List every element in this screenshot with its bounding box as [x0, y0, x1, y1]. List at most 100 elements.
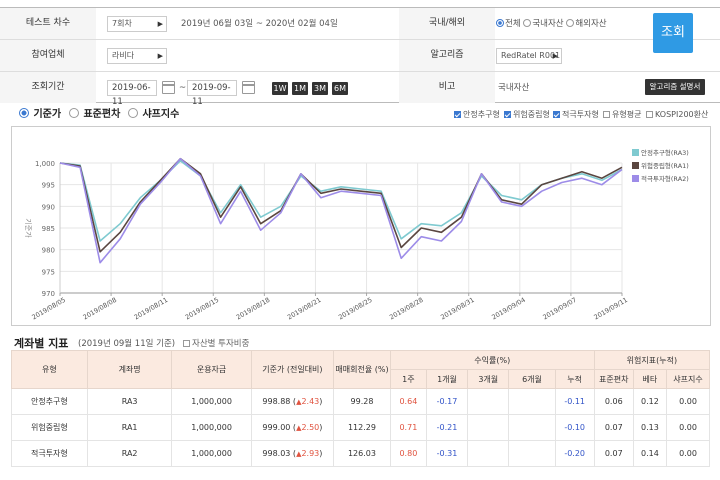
calendar-icon[interactable] — [242, 81, 255, 94]
cell-3m — [467, 388, 510, 415]
legend-label: 안정추구형(RA3) — [641, 148, 689, 157]
filter-neutral[interactable]: 위험중립형 — [504, 110, 550, 120]
period-1m-button[interactable]: 1M — [292, 82, 308, 95]
calendar-icon[interactable] — [162, 81, 175, 94]
header-std: 표준편차 — [593, 369, 634, 389]
legend-swatch — [632, 162, 639, 169]
filter-aggressive[interactable]: 적극투자형 — [553, 110, 599, 120]
cell-sharpe: 0.00 — [666, 414, 710, 441]
cell-6m — [508, 440, 556, 467]
form-row-period: 조회기간 2019-06-11 ~ 2019-09-11 1W 1M 3M 6M… — [0, 72, 720, 107]
y-tick-label: 985 — [42, 225, 55, 233]
x-tick-label: 2019/08/25 — [337, 296, 373, 322]
x-tick-label: 2019/08/18 — [235, 296, 271, 322]
cell-turnover: 126.03 — [333, 440, 391, 467]
cell-account: RA2 — [86, 440, 173, 467]
x-tick-label: 2019/08/11 — [133, 296, 169, 322]
x-tick-label: 2019/09/11 — [593, 296, 629, 322]
cell-1m: -0.21 — [425, 414, 469, 441]
period-1w-button[interactable]: 1W — [272, 82, 288, 95]
cell-3m — [467, 440, 510, 467]
cell-std: 0.07 — [593, 414, 634, 441]
header-type: 유형 — [11, 350, 88, 389]
start-date-input[interactable]: 2019-06-11 — [107, 80, 157, 107]
cell-6m — [508, 414, 556, 441]
algo-manual-button[interactable]: 알고리즘 설명서 — [645, 79, 705, 95]
cell-type: 적극투자형 — [11, 440, 88, 467]
test-round-range: 2019년 06월 03일 ~ 2020년 02월 04일 — [181, 19, 338, 29]
radio-icon — [128, 108, 138, 118]
cell-std: 0.06 — [593, 388, 634, 415]
x-tick-label: 2019/08/05 — [31, 296, 67, 322]
cell-cum: -0.11 — [554, 388, 595, 415]
checkbox-icon — [646, 111, 653, 118]
y-tick-label: 980 — [42, 247, 55, 255]
y-tick-label: 995 — [42, 182, 55, 190]
table-subtitle: (2019년 09월 11일 기준) — [78, 339, 176, 349]
header-turnover: 매매회전율 (%) — [333, 350, 391, 389]
cell-account: RA3 — [86, 388, 173, 415]
cell-beta: 0.14 — [632, 440, 668, 467]
note-value: 국내자산 — [498, 83, 530, 93]
tab-nav[interactable]: 기준가 — [19, 108, 61, 122]
header-1w: 1주 — [389, 369, 427, 389]
filter-stable[interactable]: 안정추구형 — [454, 110, 500, 120]
filter-average[interactable]: 유형평균 — [603, 110, 641, 120]
algo-label: 알고리즘 — [399, 40, 495, 71]
cell-capital: 1,000,000 — [171, 414, 252, 441]
cell-3m — [467, 414, 510, 441]
region-option-domestic[interactable]: 국내자산 — [523, 19, 564, 29]
algo-select[interactable]: RedRatel R001 ▶ — [496, 48, 562, 64]
tab-std[interactable]: 표준편차 — [69, 108, 120, 122]
y-tick-label: 990 — [42, 203, 55, 211]
date-range-tilde: ~ — [179, 83, 187, 93]
tab-sharpe[interactable]: 샤프지수 — [128, 108, 179, 122]
checkbox-icon — [553, 111, 560, 118]
search-button[interactable]: 조회 — [653, 13, 693, 53]
period-3m-button[interactable]: 3M — [312, 82, 328, 95]
company-label: 참여업체 — [0, 40, 96, 71]
chevron-down-icon: ▶ — [157, 52, 163, 60]
company-select[interactable]: 라비다 ▶ — [107, 48, 167, 64]
cell-sharpe: 0.00 — [666, 440, 710, 467]
region-option-overseas[interactable]: 해외자산 — [566, 19, 607, 29]
asset-weight-checkbox[interactable]: 자산별 투자비중 — [183, 337, 249, 349]
x-tick-label: 2019/08/15 — [184, 296, 220, 322]
cell-account: RA1 — [86, 414, 173, 441]
chevron-down-icon: ▶ — [552, 52, 558, 60]
cell-1w: 0.80 — [389, 440, 427, 467]
cell-cum: -0.20 — [554, 440, 595, 467]
checkbox-icon — [454, 111, 461, 118]
cell-turnover: 112.29 — [333, 414, 391, 441]
cell-1m: -0.31 — [425, 440, 469, 467]
checkbox-icon — [183, 340, 190, 347]
x-tick-label: 2019/09/07 — [541, 296, 577, 322]
cell-type: 안정추구형 — [11, 388, 88, 415]
cell-beta: 0.12 — [632, 388, 668, 415]
region-option-all[interactable]: 전체 — [496, 19, 521, 29]
table-row: 위험중립형 RA1 1,000,000 999.00 (▲2.50) 112.2… — [11, 414, 710, 441]
period-6m-button[interactable]: 6M — [332, 82, 348, 95]
test-round-select[interactable]: 7회차 ▶ — [107, 16, 167, 32]
x-tick-label: 2019/09/04 — [490, 296, 526, 322]
end-date-input[interactable]: 2019-09-11 — [187, 80, 237, 107]
cell-1w: 0.64 — [389, 388, 427, 415]
x-tick-label: 2019/08/08 — [82, 296, 118, 322]
cell-6m — [508, 388, 556, 415]
cell-beta: 0.13 — [632, 414, 668, 441]
cell-type: 위험중립형 — [11, 414, 88, 441]
legend-swatch — [632, 175, 639, 182]
nav-chart-panel: 970 975 980 985 990 995 1,000 2019/08/05 2019/08… — [11, 126, 711, 326]
cell-1w: 0.71 — [389, 414, 427, 441]
cell-capital: 1,000,000 — [171, 440, 252, 467]
series-line-2 — [59, 157, 623, 253]
nav-chart: 970 975 980 985 990 995 1,000 2019/08/05 2019/08… — [24, 148, 689, 322]
header-beta: 베타 — [632, 369, 668, 389]
region-radio-group: 전체 국내자산 해외자산 — [496, 17, 607, 31]
filter-kospi200[interactable]: KOSPI200환산 — [646, 110, 708, 120]
chevron-down-icon: ▶ — [157, 20, 163, 28]
x-tick-label: 2019/08/28 — [388, 296, 424, 322]
legend-label: 위험중립형(RA1) — [641, 162, 689, 170]
legend-label: 적극투자형(RA2) — [641, 174, 689, 183]
x-tick-label: 2019/08/31 — [439, 296, 475, 322]
